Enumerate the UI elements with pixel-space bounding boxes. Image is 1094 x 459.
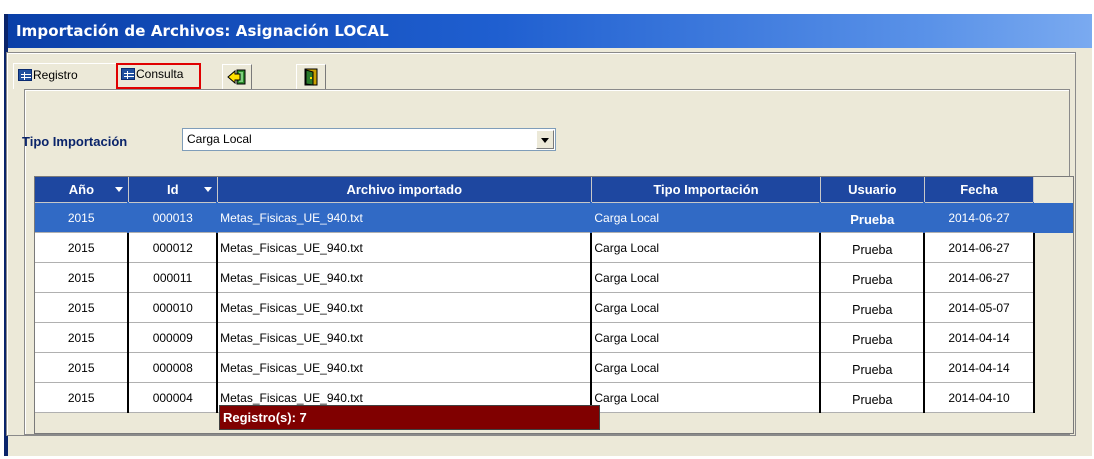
table-row[interactable]: 2015 000008 Metas_Fisicas_UE_940.txt Car… <box>35 352 1073 383</box>
table-row[interactable]: 2015 000010 Metas_Fisicas_UE_940.txt Car… <box>35 292 1073 323</box>
column-header-anio[interactable]: Año <box>35 177 129 203</box>
window-title: Importación de Archivos: Asignación LOCA… <box>16 22 389 40</box>
table-row[interactable]: 2015 000012 Metas_Fisicas_UE_940.txt Car… <box>35 232 1073 263</box>
cell-id: 000013 <box>128 202 219 233</box>
tab-registro[interactable]: Registro <box>13 63 117 89</box>
cell-usuario: Prueba <box>820 262 926 293</box>
cell-archivo: Metas_Fisicas_UE_940.txt <box>217 232 593 263</box>
row-spacer <box>1034 263 1073 293</box>
cell-anio: 2015 <box>35 322 130 353</box>
results-grid[interactable]: Año Id Archivo importado Tipo Importació… <box>34 176 1074 434</box>
cell-tipo: Carga Local <box>591 262 822 293</box>
cell-usuario: Prueba <box>820 322 926 353</box>
cell-fecha: 2014-04-14 <box>924 322 1035 353</box>
cell-tipo: Carga Local <box>591 232 822 263</box>
row-spacer <box>1034 353 1073 383</box>
cell-usuario: Prueba <box>820 202 926 233</box>
cell-anio: 2015 <box>35 262 130 293</box>
cell-tipo: Carga Local <box>591 322 822 353</box>
row-spacer <box>1033 202 1073 233</box>
row-spacer <box>1034 233 1073 263</box>
cell-tipo: Carga Local <box>591 202 822 233</box>
record-count-bar: Registro(s): 7 <box>219 405 600 430</box>
table-icon <box>18 69 32 81</box>
cell-archivo: Metas_Fisicas_UE_940.txt <box>217 262 593 293</box>
exit-button[interactable] <box>296 64 326 90</box>
cell-id: 000008 <box>128 352 219 383</box>
cell-id: 000009 <box>128 322 219 353</box>
row-spacer <box>1034 383 1073 413</box>
title-bar[interactable]: Importación de Archivos: Asignación LOCA… <box>8 14 1092 48</box>
cell-id: 000010 <box>128 292 219 323</box>
cell-fecha: 2014-04-14 <box>924 352 1035 383</box>
record-count-label: Registro(s): 7 <box>223 410 307 425</box>
sort-dropdown-icon[interactable] <box>114 187 123 192</box>
column-header-id[interactable]: Id <box>128 177 218 203</box>
table-row[interactable]: 2015 000009 Metas_Fisicas_UE_940.txt Car… <box>35 322 1073 353</box>
cell-id: 000004 <box>128 382 219 413</box>
cell-usuario: Prueba <box>820 352 926 383</box>
sort-dropdown-icon[interactable] <box>203 187 212 192</box>
cell-archivo: Metas_Fisicas_UE_940.txt <box>217 352 593 383</box>
cell-anio: 2015 <box>35 382 130 413</box>
table-row[interactable]: 2015 000011 Metas_Fisicas_UE_940.txt Car… <box>35 262 1073 293</box>
cell-anio: 2015 <box>35 232 130 263</box>
results-table: Año Id Archivo importado Tipo Importació… <box>35 177 1073 413</box>
tipo-importacion-select[interactable]: Carga Local <box>182 128 556 151</box>
cell-anio: 2015 <box>35 292 130 323</box>
cell-id: 000011 <box>128 262 219 293</box>
row-spacer <box>1034 323 1073 353</box>
cell-fecha: 2014-05-07 <box>924 292 1035 323</box>
table-header-row: Año Id Archivo importado Tipo Importació… <box>35 177 1073 203</box>
table-icon <box>121 68 135 80</box>
cell-tipo: Carga Local <box>591 382 822 413</box>
tab-consulta-label: Consulta <box>136 67 184 81</box>
cell-anio: 2015 <box>35 202 130 233</box>
cell-usuario: Prueba <box>820 232 926 263</box>
row-spacer <box>1034 293 1073 323</box>
cell-usuario: Prueba <box>820 292 926 323</box>
cell-fecha: 2014-04-10 <box>924 382 1035 413</box>
cell-archivo: Metas_Fisicas_UE_940.txt <box>217 322 593 353</box>
exit-door-icon <box>304 68 318 86</box>
back-arrow-icon <box>227 69 246 85</box>
cell-id: 000012 <box>128 232 219 263</box>
tipo-importacion-label: Tipo Importación <box>22 134 128 149</box>
cell-tipo: Carga Local <box>591 292 822 323</box>
cell-usuario: Prueba <box>820 382 926 413</box>
header-spacer <box>1033 177 1073 203</box>
cell-fecha: 2014-06-27 <box>924 262 1035 293</box>
column-header-usuario[interactable]: Usuario <box>820 177 925 203</box>
cell-archivo: Metas_Fisicas_UE_940.txt <box>217 292 593 323</box>
tab-registro-label: Registro <box>33 68 78 82</box>
cell-archivo: Metas_Fisicas_UE_940.txt <box>217 202 593 233</box>
chevron-down-icon[interactable] <box>536 130 554 149</box>
tab-consulta[interactable]: Consulta <box>116 63 201 89</box>
tipo-importacion-value: Carga Local <box>187 132 252 146</box>
cell-anio: 2015 <box>35 352 130 383</box>
back-button[interactable] <box>222 64 252 90</box>
column-header-tipo[interactable]: Tipo Importación <box>591 177 821 203</box>
cell-fecha: 2014-06-27 <box>924 232 1035 263</box>
cell-fecha: 2014-06-27 <box>924 202 1035 233</box>
column-header-archivo[interactable]: Archivo importado <box>217 177 592 203</box>
column-header-fecha[interactable]: Fecha <box>924 177 1035 203</box>
table-row[interactable]: 2015 000013 Metas_Fisicas_UE_940.txt Car… <box>35 202 1073 233</box>
cell-tipo: Carga Local <box>591 352 822 383</box>
